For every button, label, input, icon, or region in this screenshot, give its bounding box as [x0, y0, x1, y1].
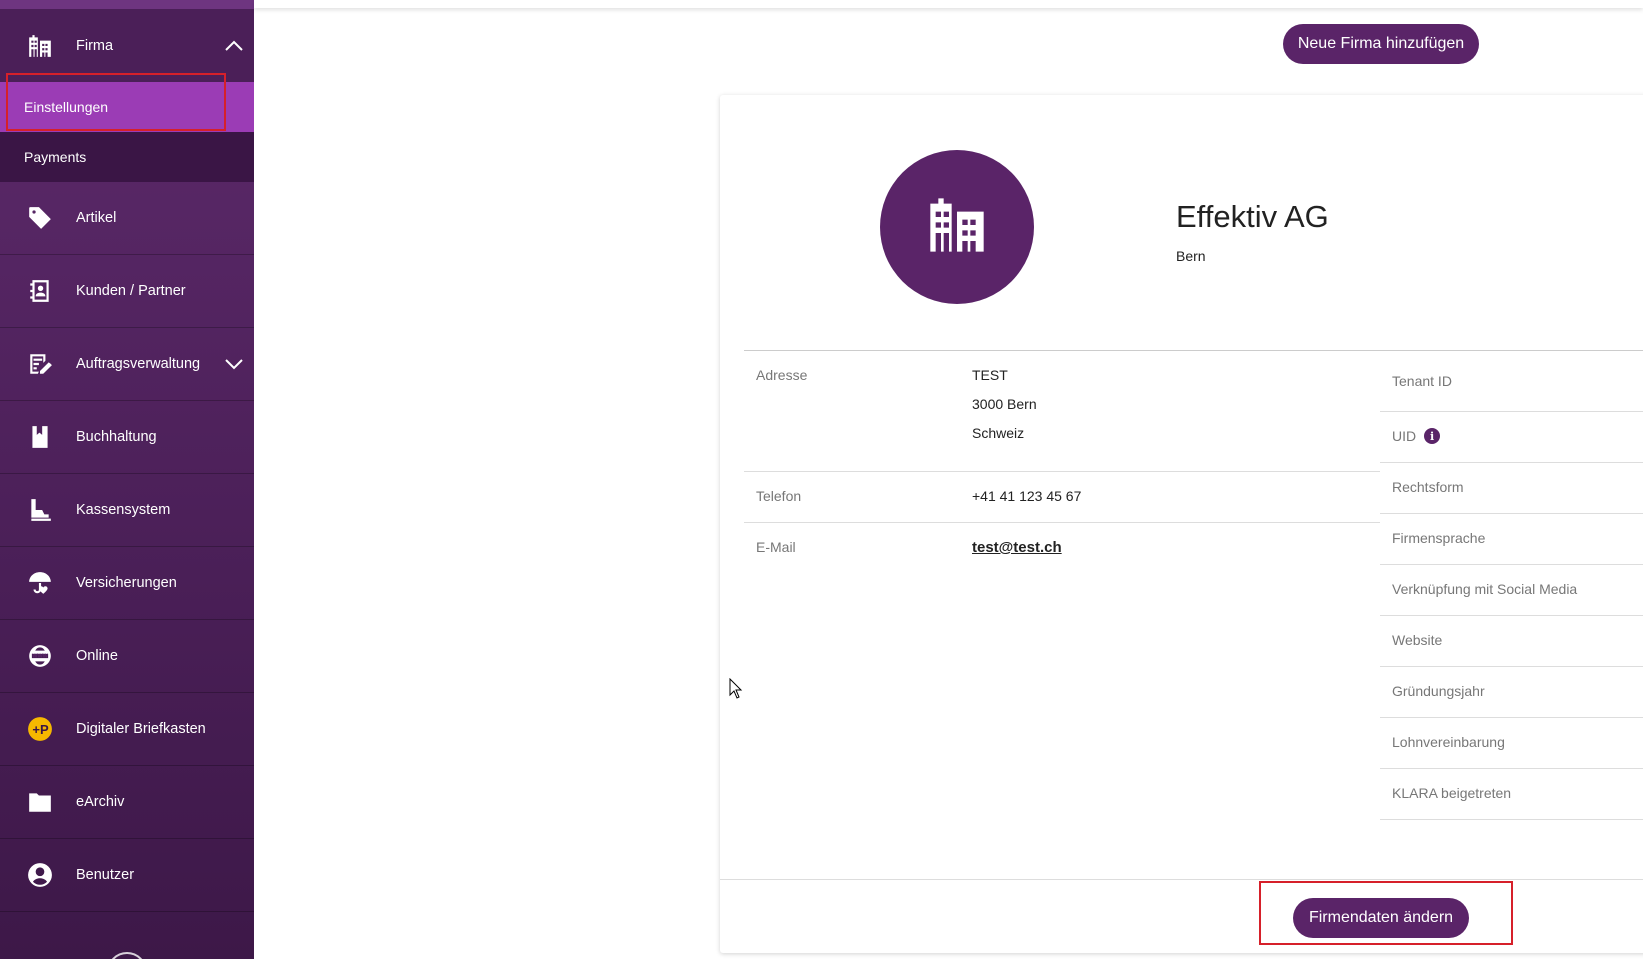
detail-row-gruendungsjahr: Gründungsjahr: [1380, 667, 1643, 718]
sidebar-item-versicherungen[interactable]: Versicherungen: [0, 547, 254, 620]
add-company-button[interactable]: Neue Firma hinzufügen: [1283, 24, 1479, 64]
detail-label: Firmensprache: [1392, 530, 1486, 546]
detail-label: KLARA beigetreten: [1392, 785, 1512, 801]
info-icon[interactable]: i: [1424, 428, 1441, 444]
svg-text:WWW: WWW: [32, 654, 48, 660]
sidebar-item-label: Kunden / Partner: [76, 283, 186, 299]
detail-row-lohnvereinbarung: Lohnvereinbarung: [1380, 718, 1643, 769]
divider: [720, 879, 1643, 880]
detail-label: Rechtsform: [1392, 479, 1464, 495]
details-table: Tenant ID UID i Rechtsform Firmensprache…: [1380, 351, 1643, 820]
email-row: E-Mail test@test.ch: [744, 523, 1380, 556]
sidebar-subitem-payments[interactable]: Payments: [0, 132, 254, 182]
cash-register-icon: [26, 496, 54, 524]
sidebar-item-online[interactable]: WWW Online: [0, 620, 254, 693]
address-value: TEST 3000 Bern Schweiz: [972, 367, 1037, 471]
phone-row: Telefon +41 41 123 45 67: [744, 472, 1380, 523]
sidebar-item-earchiv[interactable]: eArchiv: [0, 766, 254, 839]
detail-label: Website: [1392, 632, 1443, 648]
detail-row-rechtsform: Rechtsform: [1380, 463, 1643, 514]
sidebar-item-buchhaltung[interactable]: Buchhaltung: [0, 401, 254, 474]
post-logo-icon: +P: [26, 715, 54, 743]
detail-label: Lohnvereinbarung: [1392, 734, 1505, 750]
detail-row-social-media: Verknüpfung mit Social Media: [1380, 565, 1643, 616]
sidebar-item-kunden-partner[interactable]: Kunden / Partner: [0, 255, 254, 328]
detail-row-website: Website: [1380, 616, 1643, 667]
sidebar-item-label: Artikel: [76, 210, 117, 226]
sidebar-item-label: Digitaler Briefkasten: [76, 721, 206, 737]
sidebar-subitem-einstellungen[interactable]: Einstellungen: [0, 82, 254, 132]
sidebar-item-label: eArchiv: [76, 794, 125, 810]
sidebar-item-label: Firma: [76, 37, 114, 54]
detail-label: Tenant ID: [1392, 373, 1452, 389]
detail-label: Gründungsjahr: [1392, 683, 1485, 699]
email-label: E-Mail: [756, 539, 796, 555]
detail-row-klara: KLARA beigetreten: [1380, 769, 1643, 820]
address-label: Adresse: [756, 367, 808, 383]
address-row: Adresse TEST 3000 Bern Schweiz: [744, 351, 1380, 472]
sidebar-item-digitaler-briefkasten[interactable]: +P Digitaler Briefkasten: [0, 693, 254, 766]
chevron-up-icon[interactable]: [224, 39, 244, 53]
address-line: TEST: [972, 367, 1008, 383]
bookmark-book-icon: [26, 423, 54, 451]
email-link[interactable]: test@test.ch: [972, 539, 1062, 556]
tag-icon: [26, 204, 54, 232]
phone-label: Telefon: [756, 488, 802, 504]
top-bar: [254, 0, 1643, 8]
detail-row-uid: UID i: [1380, 412, 1643, 463]
contact-book-icon: [26, 277, 54, 305]
sidebar-subitem-label: Payments: [24, 149, 87, 165]
company-name: Effektiv AG: [1176, 199, 1329, 234]
sidebar-bottom-circle[interactable]: [107, 952, 147, 959]
building-icon: [925, 193, 989, 262]
address-line: Schweiz: [972, 425, 1025, 441]
mouse-cursor-icon: [729, 678, 743, 699]
sidebar-item-artikel[interactable]: Artikel: [0, 182, 254, 255]
contact-table: Adresse TEST 3000 Bern Schweiz Telefon +…: [744, 351, 1380, 556]
folder-icon: [26, 788, 54, 816]
sidebar-item-label: Online: [76, 648, 118, 664]
address-line: 3000 Bern: [972, 396, 1037, 412]
user-circle-icon: [26, 861, 54, 889]
sidebar-item-label: Benutzer: [76, 867, 135, 883]
sidebar-subitem-label: Einstellungen: [24, 99, 109, 115]
svg-text:+P: +P: [32, 722, 49, 737]
phone-value: +41 41 123 45 67: [972, 488, 1082, 504]
sidebar-item-label: Versicherungen: [76, 575, 177, 591]
sidebar-top-strip: [0, 0, 254, 9]
building-icon: [26, 32, 54, 60]
company-card: Effektiv AG Bern Adresse TEST 3000 Bern …: [720, 95, 1643, 953]
detail-row-firmensprache: Firmensprache: [1380, 514, 1643, 565]
sidebar: Firma Einstellungen Payments Artikel Kun…: [0, 0, 254, 959]
sidebar-item-benutzer[interactable]: Benutzer: [0, 839, 254, 912]
umbrella-heart-icon: [26, 569, 54, 597]
www-globe-icon: WWW: [26, 642, 54, 670]
sidebar-item-firma[interactable]: Firma: [0, 9, 254, 82]
company-city: Bern: [1176, 248, 1206, 264]
detail-label: UID: [1392, 428, 1417, 444]
detail-row-tenant-id: Tenant ID: [1380, 351, 1643, 412]
sidebar-item-label: Buchhaltung: [76, 429, 157, 445]
company-avatar: [880, 150, 1034, 304]
detail-label: Verknüpfung mit Social Media: [1392, 581, 1578, 597]
sidebar-item-label: Kassensystem: [76, 502, 171, 518]
checklist-edit-icon: [26, 350, 54, 378]
sidebar-item-kassensystem[interactable]: Kassensystem: [0, 474, 254, 547]
sidebar-item-label: Auftragsverwaltung: [76, 356, 201, 372]
chevron-down-icon[interactable]: [224, 357, 244, 371]
edit-company-button[interactable]: Firmendaten ändern: [1293, 898, 1469, 938]
sidebar-item-auftragsverwaltung[interactable]: Auftragsverwaltung: [0, 328, 254, 401]
